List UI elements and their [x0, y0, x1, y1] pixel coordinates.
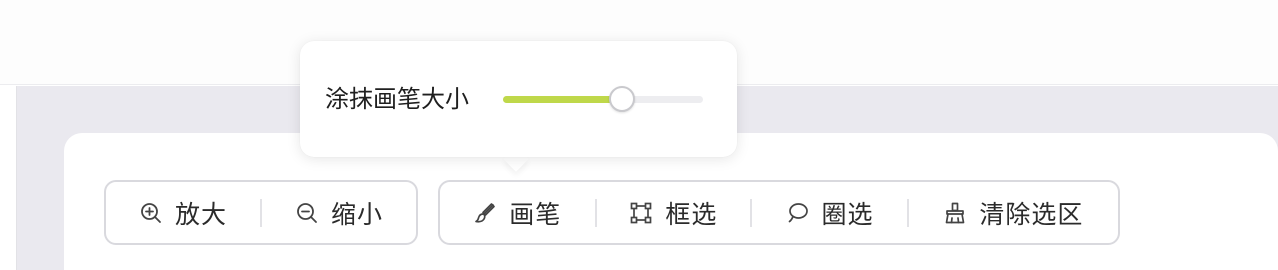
lasso-select-label: 圈选: [821, 199, 874, 229]
clear-selection-label: 清除选区: [979, 199, 1084, 229]
brush-size-slider[interactable]: [503, 85, 703, 113]
zoom-toolbar: 放大 缩小: [104, 180, 418, 245]
brush-tool-label: 画笔: [509, 199, 562, 229]
clear-selection-button[interactable]: 清除选区: [909, 182, 1118, 243]
broom-icon: [946, 202, 965, 223]
zoom-out-icon: [297, 202, 317, 223]
brush-icon: [475, 202, 496, 223]
zoom-in-icon: [141, 202, 161, 223]
zoom-in-button[interactable]: 放大: [106, 182, 260, 243]
lasso-select-button[interactable]: 圈选: [752, 182, 907, 243]
zoom-in-label: 放大: [174, 199, 227, 229]
zoom-out-button[interactable]: 缩小: [262, 182, 416, 243]
lasso-icon: [788, 202, 808, 222]
slider-thumb[interactable]: [609, 86, 635, 112]
zoom-out-label: 缩小: [330, 199, 383, 229]
box-select-button[interactable]: 框选: [597, 182, 751, 243]
brush-tool-button[interactable]: 画笔: [440, 182, 595, 243]
slider-fill: [503, 96, 622, 103]
box-select-icon: [631, 202, 652, 223]
brush-size-popover: 涂抹画笔大小: [300, 41, 737, 157]
selection-toolbar: 画笔 框选 圈选 清除选区: [438, 180, 1120, 245]
box-select-label: 框选: [665, 199, 718, 229]
brush-size-label: 涂抹画笔大小: [325, 85, 469, 113]
